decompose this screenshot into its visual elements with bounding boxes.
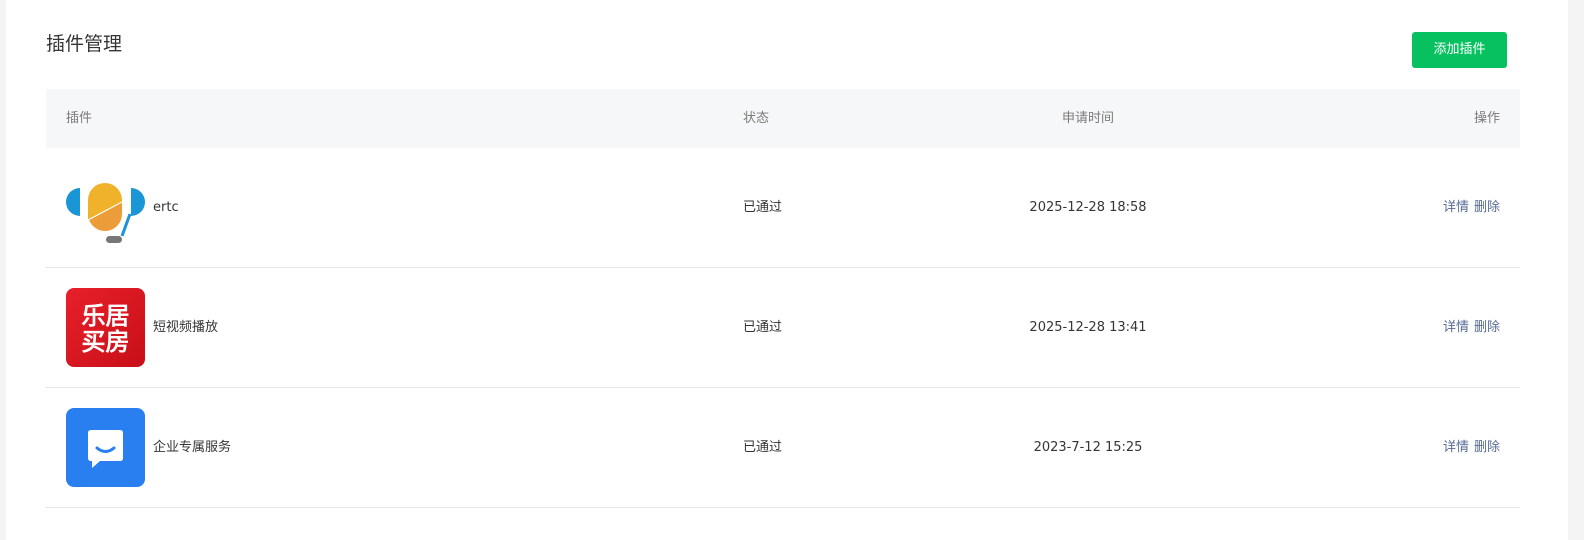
detail-link[interactable]: 详情 <box>1443 320 1469 335</box>
plugin-management-panel: 插件管理 添加插件 插件 状态 申请时间 操作 ertc 已通过 2025-12… <box>6 0 1568 540</box>
status-text: 已通过 <box>743 440 783 455</box>
ertc-logo-icon <box>66 168 145 247</box>
delete-link[interactable]: 删除 <box>1474 320 1500 335</box>
svg-text:买房: 买房 <box>82 328 130 356</box>
row-actions: 详情 删除 <box>1443 388 1500 507</box>
column-header-status: 状态 <box>743 111 770 126</box>
delete-link[interactable]: 删除 <box>1474 440 1500 455</box>
short-video-logo-icon: 乐居 买房 <box>66 288 145 367</box>
delete-link[interactable]: 删除 <box>1474 200 1500 215</box>
column-header-time: 申请时间 <box>1062 111 1115 126</box>
status-text: 已通过 <box>743 200 783 215</box>
apply-time: 2025-12-28 18:58 <box>1029 200 1147 215</box>
chat-bubble-icon <box>66 408 145 487</box>
plugin-name: ertc <box>153 200 179 215</box>
row-actions: 详情 删除 <box>1443 148 1500 267</box>
column-header-action: 操作 <box>1473 111 1500 126</box>
apply-time: 2025-12-28 13:41 <box>1029 320 1147 335</box>
status-text: 已通过 <box>743 320 783 335</box>
table-row: ertc 已通过 2025-12-28 18:58 详情 删除 <box>46 148 1520 268</box>
row-actions: 详情 删除 <box>1443 268 1500 387</box>
plugin-name: 企业专属服务 <box>153 440 232 455</box>
add-plugin-button[interactable]: 添加插件 <box>1412 32 1507 68</box>
page-title: 插件管理 <box>46 33 123 55</box>
column-header-plugin: 插件 <box>66 111 93 126</box>
table-row: 企业专属服务 已通过 2023-7-12 15:25 详情 删除 <box>46 388 1520 508</box>
plugin-name: 短视频播放 <box>153 320 219 335</box>
detail-link[interactable]: 详情 <box>1443 440 1469 455</box>
apply-time: 2023-7-12 15:25 <box>1033 440 1143 455</box>
detail-link[interactable]: 详情 <box>1443 200 1469 215</box>
table-header: 插件 状态 申请时间 操作 <box>46 89 1520 148</box>
plugin-table: 插件 状态 申请时间 操作 ertc 已通过 2025-12-28 18:58 … <box>46 89 1520 508</box>
svg-text:乐居: 乐居 <box>82 302 130 330</box>
table-row: 乐居 买房 短视频播放 已通过 2025-12-28 13:41 详情 删除 <box>46 268 1520 388</box>
